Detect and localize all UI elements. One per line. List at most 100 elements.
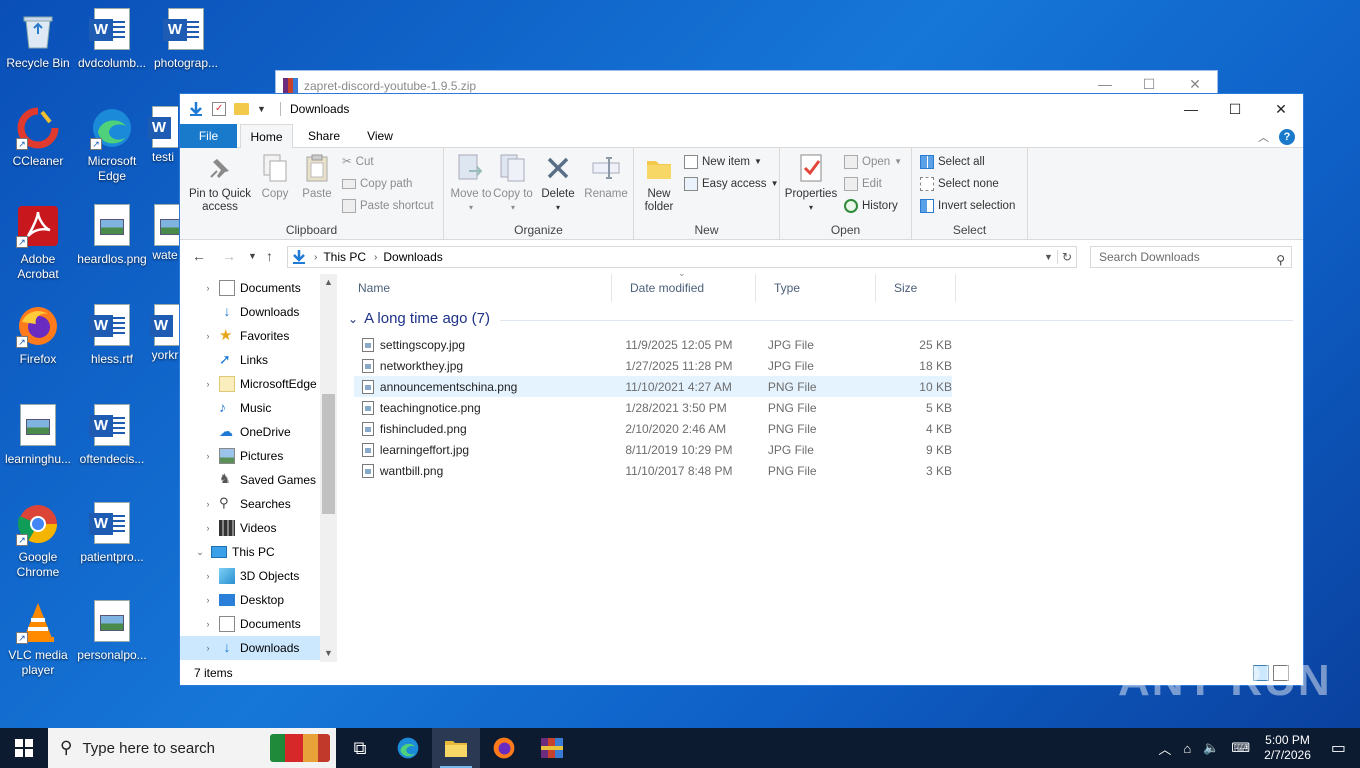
nav-item-documents[interactable]: › Documents	[180, 276, 320, 300]
desktop-icon-personalpo[interactable]: personalpo...	[74, 600, 150, 663]
desktop-icon-yorkr[interactable]: W yorkr	[150, 304, 180, 363]
nav-item-saved-games[interactable]: ♞ Saved Games	[180, 468, 320, 492]
breadcrumb-downloads[interactable]: Downloads	[383, 250, 442, 264]
file-list[interactable]: Name Date modified ⌄ Type Size ⌄ A long …	[340, 268, 1303, 662]
desktop-icon-firefox[interactable]: ↗ Firefox	[0, 304, 76, 367]
address-bar[interactable]: › This PC › Downloads ▼ ↻	[287, 246, 1077, 268]
file-row[interactable]: networkthey.jpg 1/27/2025 11:28 PM JPG Fil…	[354, 355, 952, 376]
nav-item-desktop[interactable]: › Desktop	[180, 588, 320, 612]
taskbar-firefox-button[interactable]	[480, 728, 528, 768]
copy-path-button[interactable]: Copy path	[342, 174, 412, 194]
collapse-chevron-icon[interactable]: ⌄	[192, 540, 208, 564]
show-hidden-icons-chevron-icon[interactable]: ︿	[1158, 739, 1171, 758]
search-input[interactable]: Search Downloads ⚲	[1090, 246, 1292, 268]
desktop-icon-vlc[interactable]: ↗ VLC media player	[0, 600, 76, 678]
nav-item-onedrive[interactable]: ☁ OneDrive	[180, 420, 320, 444]
nav-item-music[interactable]: ♪ Music	[180, 396, 320, 420]
file-row[interactable]: announcementschina.png 11/10/2021 4:27 AM…	[354, 376, 952, 397]
taskbar-edge-button[interactable]	[384, 728, 432, 768]
file-row[interactable]: settingscopy.jpg 11/9/2025 12:05 PM JPG Fi…	[354, 334, 952, 355]
delete-button[interactable]: Delete ▾	[536, 152, 580, 214]
history-button[interactable]: History	[844, 196, 898, 216]
desktop-icon-hless[interactable]: W hless.rtf	[74, 304, 150, 367]
copy-button[interactable]: Copy	[254, 152, 296, 201]
column-header-name[interactable]: Name	[340, 274, 612, 302]
nav-item-3d-objects[interactable]: › 3D Objects	[180, 564, 320, 588]
expand-chevron-icon[interactable]: ›	[200, 516, 216, 540]
minimize-button[interactable]: —	[1082, 76, 1128, 92]
desktop-icon-edge[interactable]: ↗ Microsoft Edge	[74, 106, 150, 184]
task-view-button[interactable]: ⧉	[336, 728, 384, 768]
expand-chevron-icon[interactable]: ›	[200, 372, 216, 396]
nav-item-this-pc[interactable]: ⌄ This PC	[180, 540, 320, 564]
help-icon[interactable]: ?	[1279, 129, 1295, 145]
desktop-icon-ccleaner[interactable]: ↗ CCleaner	[0, 106, 76, 169]
collapse-ribbon-chevron-icon[interactable]: ︿	[1258, 129, 1269, 145]
nav-item-downloads-pc[interactable]: › ↓ Downloads	[180, 636, 320, 660]
select-none-button[interactable]: Select none	[920, 174, 999, 194]
input-method-icon[interactable]: ⌨	[1231, 740, 1250, 756]
expand-chevron-icon[interactable]: ›	[200, 612, 216, 636]
nav-item-links[interactable]: ➚ Links	[180, 348, 320, 372]
tab-file[interactable]: File	[180, 124, 237, 148]
breadcrumb-chevron-icon[interactable]: ›	[374, 252, 377, 263]
address-dropdown-chevron-icon[interactable]: ▼	[1044, 252, 1057, 262]
invert-selection-button[interactable]: Invert selection	[920, 196, 1015, 216]
desktop-icon-wate[interactable]: wate	[150, 204, 180, 263]
nav-item-favorites[interactable]: › ★ Favorites	[180, 324, 320, 348]
easy-access-button[interactable]: Easy access ▼	[684, 174, 778, 194]
paste-shortcut-button[interactable]: Paste shortcut	[342, 196, 434, 216]
desktop-icon-heardlos[interactable]: heardlos.png	[74, 204, 150, 267]
column-header-size[interactable]: Size	[876, 274, 956, 302]
breadcrumb-this-pc[interactable]: This PC	[323, 250, 366, 264]
nav-item-downloads[interactable]: ↓ Downloads	[180, 300, 320, 324]
close-button[interactable]: ✕	[1172, 76, 1218, 93]
group-collapse-chevron-icon[interactable]: ⌄	[348, 312, 358, 326]
taskbar-winrar-button[interactable]	[528, 728, 576, 768]
notifications-icon[interactable]: ▭	[1331, 738, 1346, 758]
volume-icon[interactable]: 🔈	[1203, 740, 1219, 756]
network-icon[interactable]: ⌂	[1183, 741, 1191, 756]
search-highlight-gifts-icon[interactable]	[270, 734, 330, 762]
file-row[interactable]: wantbill.png 11/10/2017 8:48 PM PNG File 3 …	[354, 460, 952, 481]
expand-chevron-icon[interactable]: ›	[200, 324, 216, 348]
scrollbar-thumb[interactable]	[322, 394, 335, 514]
edit-button[interactable]: Edit	[844, 174, 882, 194]
file-row[interactable]: learningeffort.jpg 8/11/2019 10:29 PM JPG …	[354, 439, 952, 460]
title-bar[interactable]: ✓ ▼ Downloads — ☐ ✕	[180, 94, 1303, 124]
desktop-icon-dvdcolumb[interactable]: W dvdcolumb...	[74, 8, 150, 71]
new-item-button[interactable]: New item ▼	[684, 152, 762, 172]
nav-item-pictures[interactable]: › Pictures	[180, 444, 320, 468]
maximize-button[interactable]: ☐	[1212, 94, 1258, 124]
pin-to-quick-access-button[interactable]: Pin to Quick access	[188, 152, 252, 214]
navigation-pane[interactable]: › Documents ↓ Downloads › ★ Favorites ➚ Links…	[180, 274, 338, 662]
close-button[interactable]: ✕	[1258, 94, 1304, 124]
group-header[interactable]: ⌄ A long time ago (7)	[348, 310, 490, 327]
expand-chevron-icon[interactable]: ›	[200, 588, 216, 612]
back-arrow-icon[interactable]: ←	[192, 248, 206, 264]
taskbar-search-input[interactable]: ⚲ Type here to search	[48, 728, 336, 768]
expand-chevron-icon[interactable]: ›	[200, 444, 216, 468]
tab-share[interactable]: Share	[302, 124, 346, 148]
breadcrumb-chevron-icon[interactable]: ›	[314, 252, 317, 263]
clock[interactable]: 5:00 PM 2/7/2026	[1264, 733, 1311, 763]
paste-button[interactable]: Paste	[296, 152, 338, 201]
minimize-button[interactable]: —	[1168, 94, 1214, 124]
properties-qa-icon[interactable]: ✓	[212, 102, 226, 116]
expand-chevron-icon[interactable]: ›	[200, 276, 216, 300]
properties-button[interactable]: Properties ▾	[782, 152, 840, 214]
expand-chevron-icon[interactable]: ›	[200, 492, 216, 516]
start-button[interactable]	[0, 728, 48, 768]
desktop-icon-testi[interactable]: W testi	[148, 106, 178, 165]
desktop-icon-photograp[interactable]: W photograp...	[148, 8, 224, 71]
nav-item-documents-pc[interactable]: › Documents	[180, 612, 320, 636]
tab-home[interactable]: Home	[240, 124, 293, 149]
copy-to-button[interactable]: Copy to ▾	[492, 152, 534, 214]
scroll-up-arrow-icon[interactable]: ▲	[320, 274, 337, 291]
recent-locations-chevron-icon[interactable]: ▼	[248, 251, 257, 261]
cut-button[interactable]: ✂ Cut	[342, 152, 374, 172]
desktop-icon-oftendecis[interactable]: W oftendecis...	[74, 404, 150, 467]
file-row[interactable]: fishincluded.png 2/10/2020 2:46 AM PNG Fil…	[354, 418, 952, 439]
scroll-down-arrow-icon[interactable]: ▼	[320, 645, 337, 662]
tab-view[interactable]: View	[358, 124, 402, 148]
